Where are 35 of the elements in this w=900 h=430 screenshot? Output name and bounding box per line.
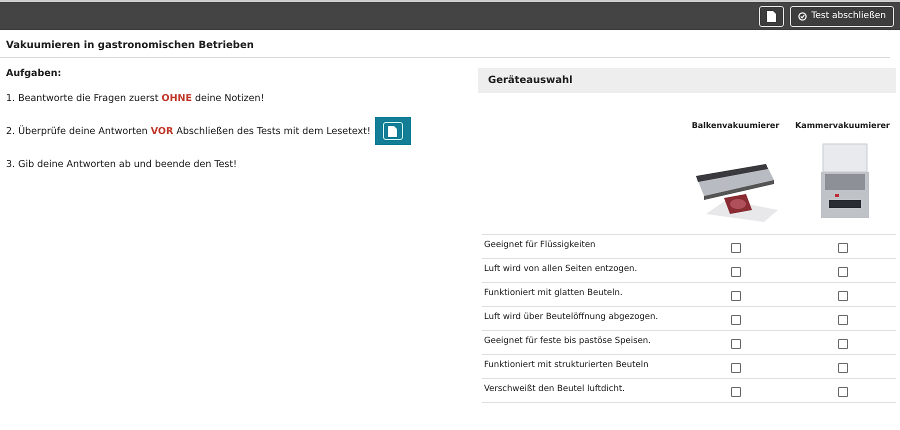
- statement-text: Luft wird von allen Seiten entzogen.: [484, 264, 638, 274]
- checkbox[interactable]: [730, 363, 740, 373]
- checkbox[interactable]: [730, 267, 740, 277]
- checkbox[interactable]: [730, 387, 740, 397]
- checkbox[interactable]: [730, 291, 740, 301]
- document-button[interactable]: [759, 6, 784, 26]
- statement-text: Luft wird über Beutelöffnung abgezogen.: [484, 312, 658, 322]
- task-text: 1. Beantworte die Fragen zuerst OHNE deine Notizen!: [6, 92, 264, 104]
- statement-text: Funktioniert mit glatten Beuteln.: [484, 288, 623, 298]
- statement-text: Verschweißt den Beutel luftdicht.: [484, 384, 625, 394]
- document-icon: [388, 126, 398, 136]
- statement-text: Geeignet für Flüssigkeiten: [484, 240, 596, 250]
- column-header: Balkenvakuumierer: [692, 121, 780, 130]
- checkbox[interactable]: [838, 243, 848, 253]
- checkbox[interactable]: [838, 363, 848, 373]
- finish-test-button[interactable]: Test abschließen: [790, 6, 894, 26]
- check-circle-icon: [798, 12, 808, 20]
- checkbox[interactable]: [838, 315, 848, 325]
- column-header: Kammervakuumierer: [795, 121, 890, 130]
- checkbox[interactable]: [838, 387, 848, 397]
- task-text: 3. Gib deine Antworten ab und beende den Test!: [6, 158, 237, 170]
- statement-text: Funktioniert mit strukturierten Beuteln: [484, 360, 648, 370]
- document-icon: [767, 10, 776, 22]
- task-text: 2. Überprüfe deine Antworten VOR Abschließen des Tests mit dem Lesetext!: [6, 126, 371, 136]
- checkbox[interactable]: [730, 339, 740, 349]
- checkbox[interactable]: [838, 291, 848, 301]
- section-header: Geräteauswahl: [478, 68, 896, 93]
- page-title: Vakuumieren in gastronomischen Betrieben: [0, 30, 890, 58]
- checkbox[interactable]: [730, 243, 740, 253]
- checkbox[interactable]: [730, 315, 740, 325]
- tasks-heading: Aufgaben:: [6, 68, 62, 79]
- statement-text: Geeignet für feste bis pastöse Speisen.: [484, 336, 651, 346]
- checkbox[interactable]: [838, 339, 848, 349]
- reading-text-button[interactable]: [374, 117, 411, 145]
- checkbox[interactable]: [838, 267, 848, 277]
